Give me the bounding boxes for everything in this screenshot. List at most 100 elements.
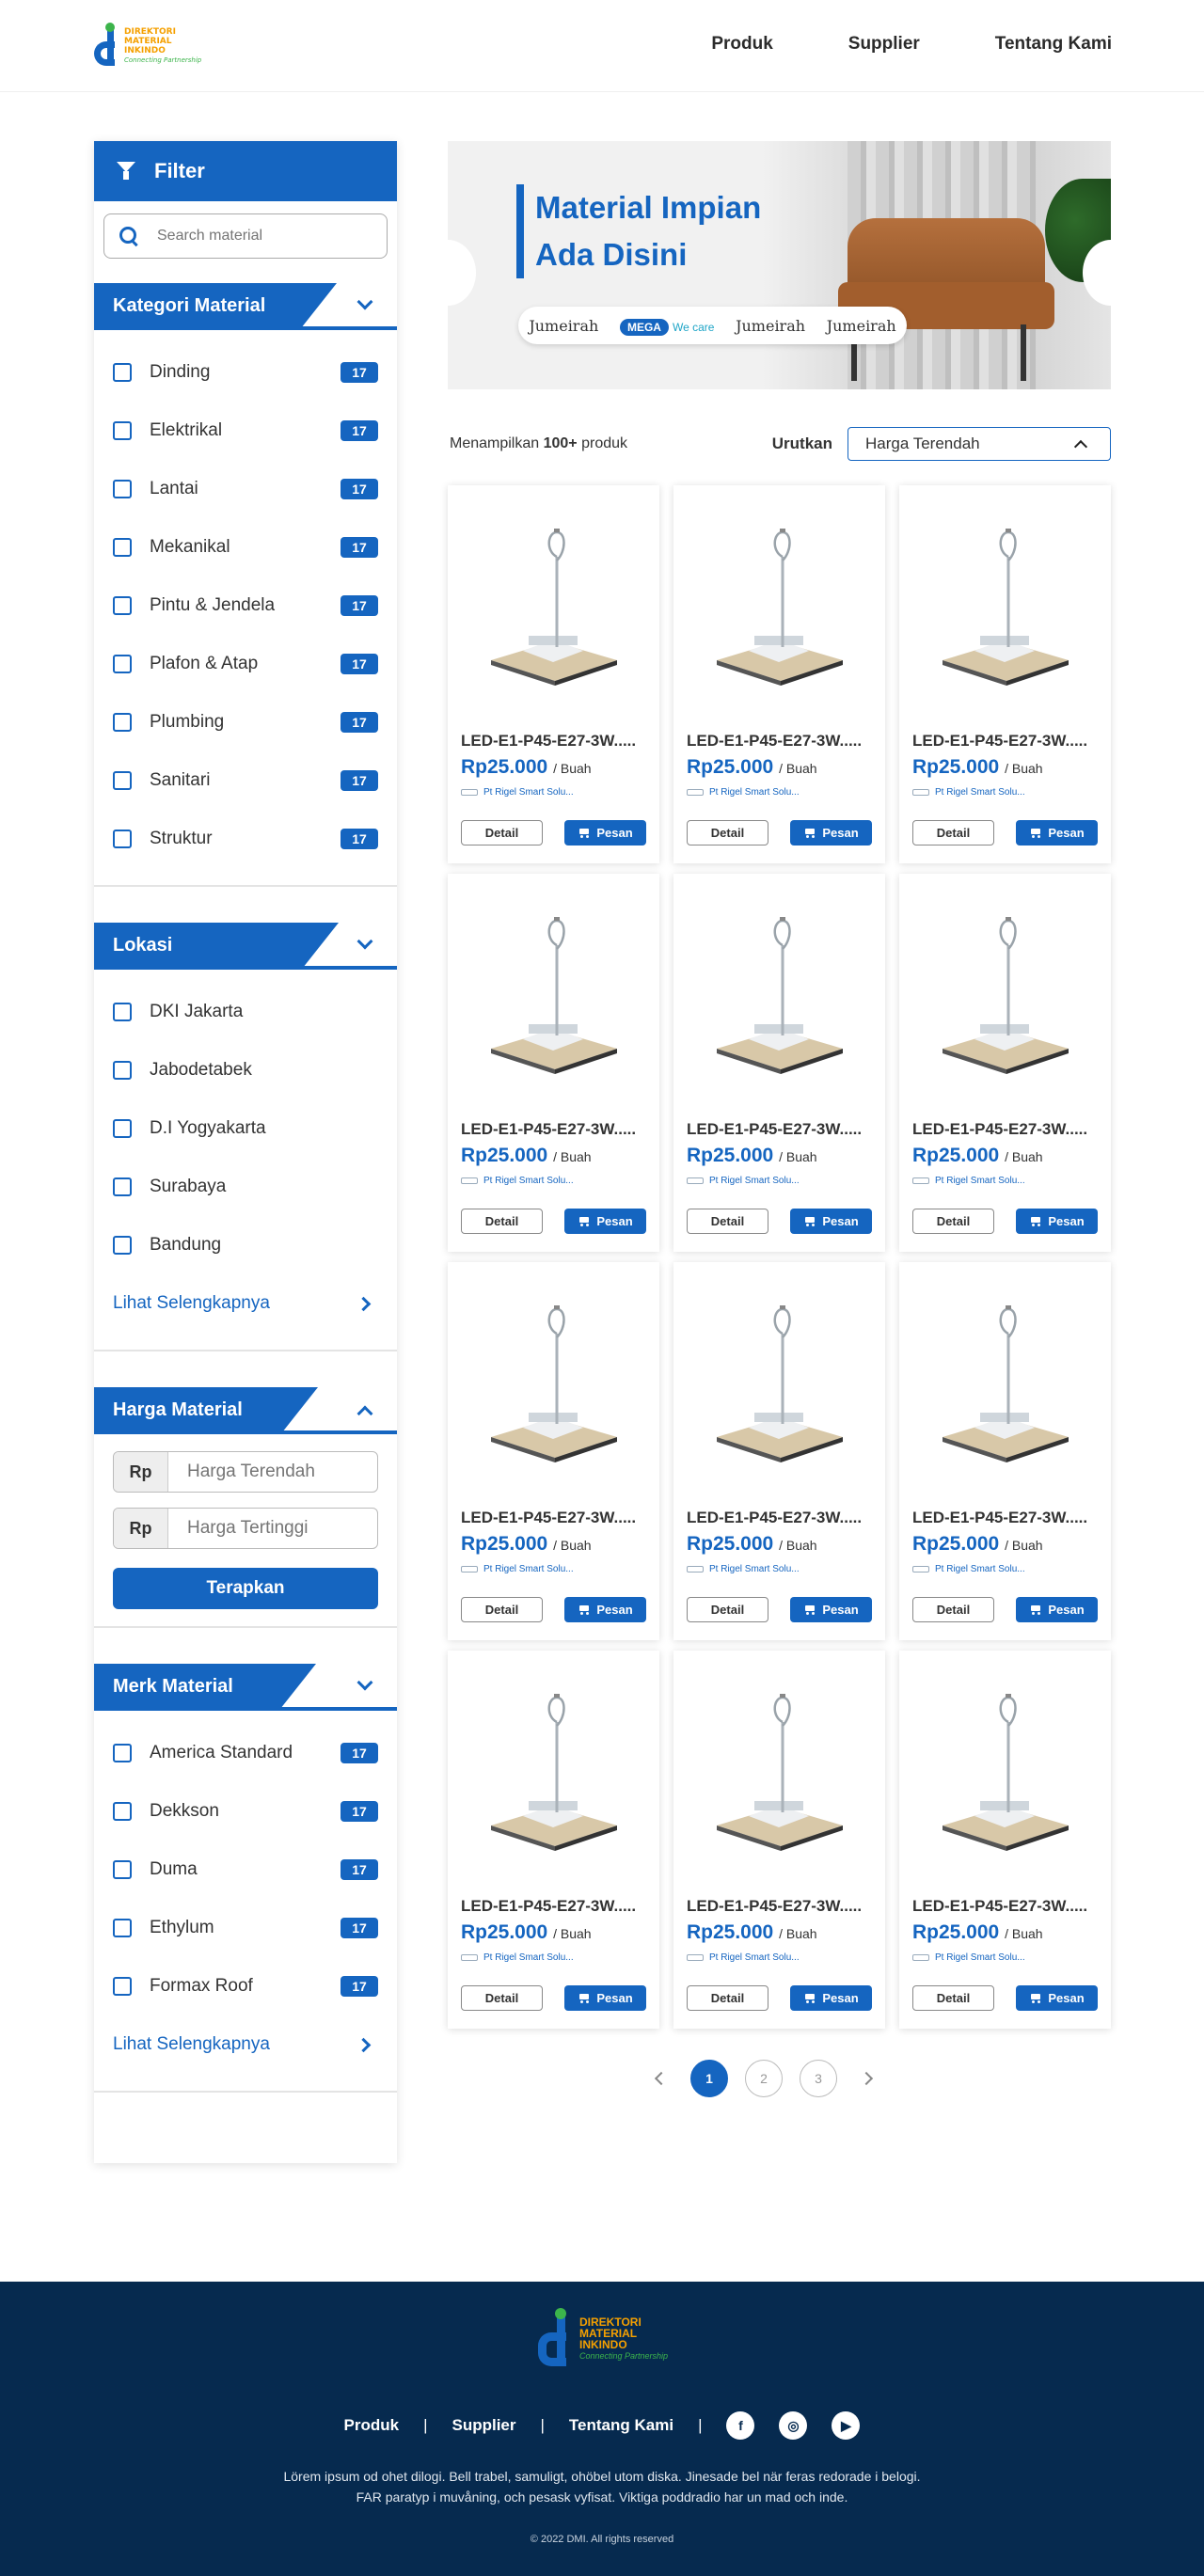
filter-option[interactable]: Surabaya [113, 1158, 378, 1216]
filter-option[interactable]: Elektrikal 17 [113, 402, 378, 460]
product-name[interactable]: LED-E1-P45-E27-3W..... [461, 1897, 649, 1916]
detail-button[interactable]: Detail [912, 1985, 994, 2011]
order-button[interactable]: Pesan [564, 1597, 646, 1622]
chevron-down-icon[interactable] [356, 1674, 373, 1691]
see-more-link[interactable]: Lihat Selengkapnya [113, 2015, 378, 2074]
checkbox[interactable] [113, 1860, 132, 1879]
product-supplier[interactable]: Pt Rigel Smart Solu... [687, 1564, 800, 1574]
detail-button[interactable]: Detail [461, 820, 543, 845]
order-button[interactable]: Pesan [564, 820, 646, 845]
order-button[interactable]: Pesan [790, 820, 872, 845]
youtube-icon[interactable]: ▶ [832, 2411, 861, 2440]
detail-button[interactable]: Detail [912, 1209, 994, 1234]
product-supplier[interactable]: Pt Rigel Smart Solu... [461, 787, 574, 798]
product-supplier[interactable]: Pt Rigel Smart Solu... [912, 787, 1025, 798]
detail-button[interactable]: Detail [461, 1597, 543, 1622]
apply-price-button[interactable]: Terapkan [113, 1568, 378, 1609]
product-name[interactable]: LED-E1-P45-E27-3W..... [461, 1509, 649, 1527]
checkbox[interactable] [113, 363, 132, 382]
checkbox[interactable] [113, 1119, 132, 1138]
chevron-down-icon[interactable] [356, 933, 373, 950]
detail-button[interactable]: Detail [687, 1597, 768, 1622]
checkbox[interactable] [113, 1919, 132, 1937]
detail-button[interactable]: Detail [687, 820, 768, 845]
detail-button[interactable]: Detail [461, 1985, 543, 2011]
order-button[interactable]: Pesan [564, 1985, 646, 2011]
section-harga-header[interactable]: Harga Material [94, 1387, 397, 1436]
checkbox[interactable] [113, 596, 132, 615]
product-card[interactable]: LED-E1-P45-E27-3W..... Rp25.000 / Buah P… [673, 1651, 885, 2029]
product-image[interactable] [937, 529, 1073, 688]
checkbox[interactable] [113, 1802, 132, 1821]
checkbox[interactable] [113, 713, 132, 732]
filter-option[interactable]: Duma 17 [113, 1841, 378, 1899]
price-min-input[interactable] [168, 1452, 356, 1492]
detail-button[interactable]: Detail [461, 1209, 543, 1234]
filter-option[interactable]: Ethylum 17 [113, 1899, 378, 1957]
page-1[interactable]: 1 [690, 2060, 728, 2097]
section-lokasi-header[interactable]: Lokasi [94, 923, 397, 972]
footer-nav-supplier[interactable]: Supplier [452, 2416, 515, 2435]
product-name[interactable]: LED-E1-P45-E27-3W..... [912, 732, 1101, 751]
search-input[interactable] [157, 228, 364, 245]
product-name[interactable]: LED-E1-P45-E27-3W..... [687, 1897, 875, 1916]
chevron-up-icon[interactable] [356, 1405, 373, 1422]
filter-option[interactable]: Mekanikal 17 [113, 518, 378, 577]
product-supplier[interactable]: Pt Rigel Smart Solu... [687, 1952, 800, 1963]
promo-banner[interactable]: Material Impian Ada Disini Jumeirah MEGA… [448, 141, 1111, 389]
product-name[interactable]: LED-E1-P45-E27-3W..... [687, 732, 875, 751]
order-button[interactable]: Pesan [790, 1597, 872, 1622]
nav-tentang-kami[interactable]: Tentang Kami [995, 34, 1112, 55]
order-button[interactable]: Pesan [564, 1209, 646, 1234]
footer-nav-produk[interactable]: Produk [344, 2416, 400, 2435]
price-max-field[interactable]: Rp [113, 1508, 378, 1549]
checkbox[interactable] [113, 1744, 132, 1762]
product-supplier[interactable]: Pt Rigel Smart Solu... [687, 1176, 800, 1186]
instagram-icon[interactable]: ◎ [779, 2411, 808, 2440]
sort-select[interactable]: Harga Terendah [848, 427, 1111, 461]
product-image[interactable] [937, 1305, 1073, 1465]
product-image[interactable] [711, 1694, 848, 1854]
product-name[interactable]: LED-E1-P45-E27-3W..... [461, 1120, 649, 1139]
filter-option[interactable]: Plafon & Atap 17 [113, 635, 378, 693]
search-box[interactable] [103, 213, 388, 259]
order-button[interactable]: Pesan [1016, 1985, 1098, 2011]
checkbox[interactable] [113, 1236, 132, 1255]
product-image[interactable] [485, 1694, 622, 1854]
product-supplier[interactable]: Pt Rigel Smart Solu... [912, 1564, 1025, 1574]
checkbox[interactable] [113, 1177, 132, 1196]
checkbox[interactable] [113, 538, 132, 557]
product-name[interactable]: LED-E1-P45-E27-3W..... [687, 1509, 875, 1527]
order-button[interactable]: Pesan [1016, 1209, 1098, 1234]
footer-logo[interactable]: DIREKTORI MATERIAL INKINDO Connecting Pa… [536, 2308, 668, 2370]
facebook-icon[interactable]: f [726, 2411, 755, 2440]
product-image[interactable] [711, 1305, 848, 1465]
order-button[interactable]: Pesan [1016, 1597, 1098, 1622]
product-card[interactable]: LED-E1-P45-E27-3W..... Rp25.000 / Buah P… [448, 485, 659, 863]
filter-option[interactable]: Dinding 17 [113, 343, 378, 402]
checkbox[interactable] [113, 421, 132, 440]
order-button[interactable]: Pesan [1016, 820, 1098, 845]
checkbox[interactable] [113, 480, 132, 498]
product-supplier[interactable]: Pt Rigel Smart Solu... [687, 787, 800, 798]
product-image[interactable] [711, 529, 848, 688]
nav-supplier[interactable]: Supplier [848, 34, 920, 55]
filter-option[interactable]: Sanitari 17 [113, 751, 378, 810]
filter-option[interactable]: DKI Jakarta [113, 983, 378, 1041]
checkbox[interactable] [113, 655, 132, 673]
product-supplier[interactable]: Pt Rigel Smart Solu... [912, 1952, 1025, 1963]
product-card[interactable]: LED-E1-P45-E27-3W..... Rp25.000 / Buah P… [448, 1262, 659, 1640]
logo[interactable]: DIREKTORI MATERIAL INKINDO Connecting Pa… [92, 23, 201, 70]
product-card[interactable]: LED-E1-P45-E27-3W..... Rp25.000 / Buah P… [673, 1262, 885, 1640]
detail-button[interactable]: Detail [912, 1597, 994, 1622]
product-image[interactable] [485, 1305, 622, 1465]
filter-option[interactable]: Dekkson 17 [113, 1782, 378, 1841]
prev-page-icon[interactable] [654, 2071, 669, 2086]
product-image[interactable] [711, 917, 848, 1077]
chevron-down-icon[interactable] [356, 293, 373, 310]
nav-produk[interactable]: Produk [711, 34, 772, 55]
price-max-input[interactable] [168, 1509, 356, 1548]
filter-option[interactable]: Bandung [113, 1216, 378, 1274]
section-kategori-header[interactable]: Kategori Material [94, 283, 397, 332]
order-button[interactable]: Pesan [790, 1985, 872, 2011]
